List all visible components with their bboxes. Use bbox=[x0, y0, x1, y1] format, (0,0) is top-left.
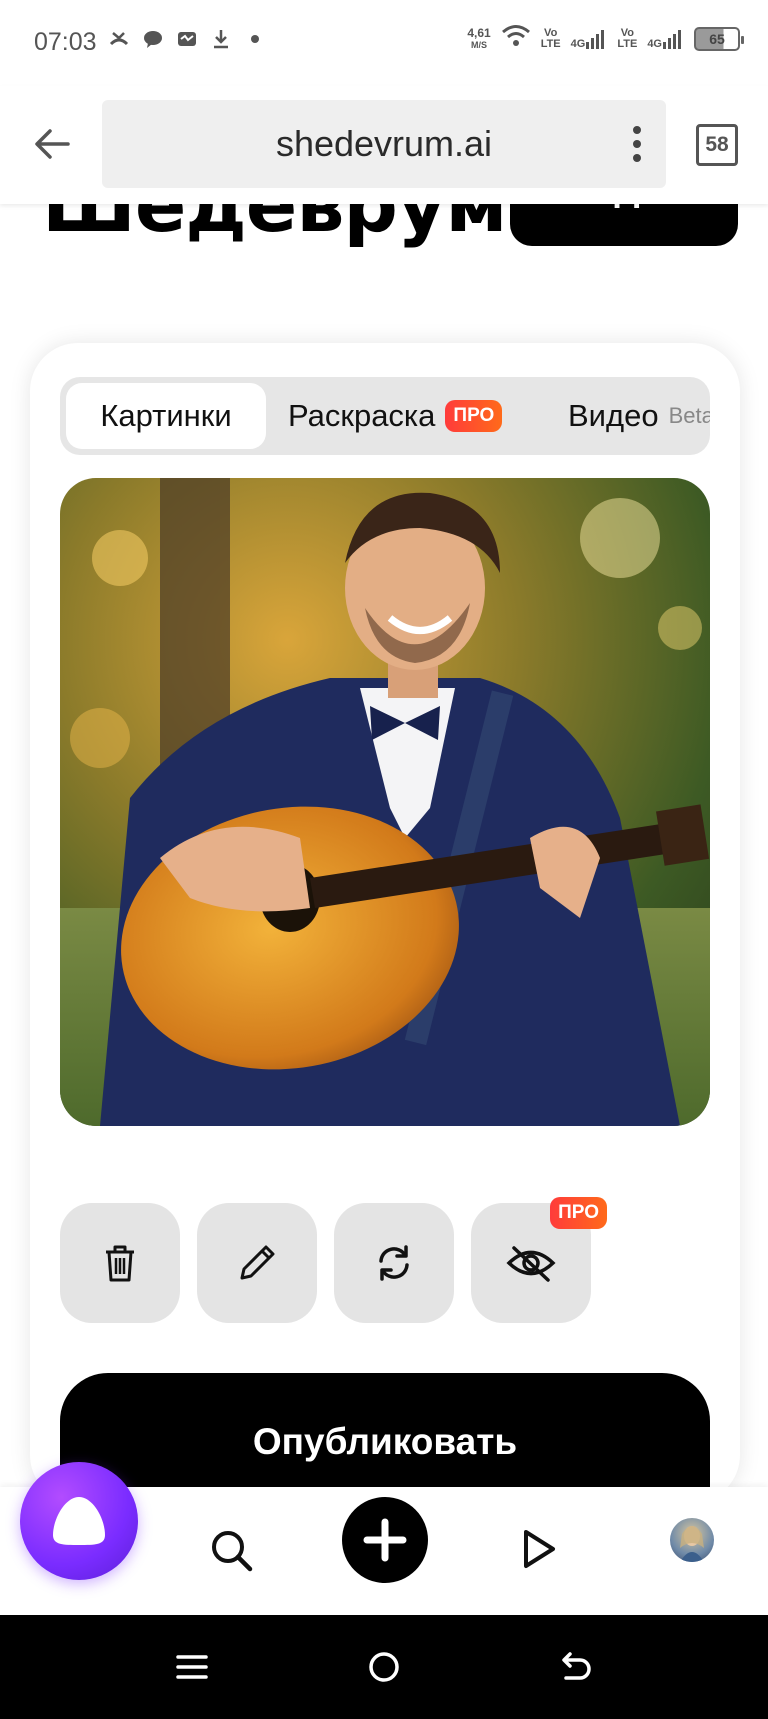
profile-avatar[interactable] bbox=[670, 1518, 714, 1562]
kebab-menu-icon[interactable] bbox=[632, 126, 642, 162]
chat-icon bbox=[142, 28, 164, 50]
generation-card: Картинки Раскраска ПРО Видео Beta ПРО Оп… bbox=[30, 343, 740, 1523]
video-nav-button[interactable] bbox=[512, 1523, 564, 1575]
pencil-icon bbox=[240, 1245, 275, 1280]
regenerate-button[interactable] bbox=[334, 1203, 454, 1323]
generated-image[interactable] bbox=[60, 478, 710, 1126]
wifi-icon bbox=[501, 24, 531, 53]
search-nav-button[interactable] bbox=[206, 1525, 258, 1577]
mode-tabs: Картинки Раскраска ПРО Видео Beta bbox=[60, 377, 710, 455]
tab-pictures[interactable]: Картинки bbox=[66, 383, 266, 449]
avatar bbox=[680, 1526, 704, 1562]
status-notification-icons bbox=[108, 28, 266, 50]
recent-apps-button[interactable] bbox=[168, 1643, 216, 1691]
address-bar[interactable]: shedevrum.ai bbox=[102, 100, 666, 188]
edit-button[interactable] bbox=[197, 1203, 317, 1323]
download-icon bbox=[210, 28, 232, 50]
pro-badge: ПРО bbox=[445, 400, 503, 432]
message-icon bbox=[176, 28, 198, 50]
play-icon bbox=[524, 1530, 555, 1568]
tabs-counter-button[interactable]: 58 bbox=[696, 124, 738, 166]
hide-button[interactable]: ПРО bbox=[471, 1197, 607, 1323]
plus-icon bbox=[363, 1518, 407, 1562]
url-text[interactable]: shedevrum.ai bbox=[102, 100, 666, 188]
sim1-signal: 4G bbox=[571, 28, 608, 50]
arrow-left-icon bbox=[35, 129, 70, 159]
image-actions: ПРО bbox=[60, 1197, 607, 1323]
missed-call-icon bbox=[108, 28, 130, 50]
battery-icon: 65 bbox=[694, 26, 744, 51]
back-arrow-icon bbox=[562, 1652, 591, 1680]
refresh-icon bbox=[379, 1245, 409, 1281]
system-navigation-bar bbox=[0, 1615, 768, 1719]
create-nav-button[interactable] bbox=[342, 1497, 428, 1583]
net-speed: 4,61 M/S bbox=[467, 25, 491, 50]
sim1-tech: Vo LTE bbox=[540, 26, 561, 50]
delete-button[interactable] bbox=[60, 1203, 180, 1323]
home-circle-icon bbox=[369, 1652, 399, 1682]
tab-video[interactable]: Видео Beta bbox=[568, 383, 710, 449]
status-bar: 07:03 4,61 M/S Vo LTE 4G Vo LTE 4G 65 bbox=[0, 0, 768, 86]
back-button[interactable] bbox=[28, 120, 76, 168]
dot-icon bbox=[244, 28, 266, 50]
status-time: 07:03 bbox=[34, 28, 97, 56]
sim2-tech: Vo LTE bbox=[617, 26, 638, 50]
pro-badge: ПРО bbox=[550, 1197, 607, 1229]
beta-label: Beta bbox=[668, 403, 710, 428]
browser-toolbar: shedevrum.ai 58 bbox=[0, 86, 768, 204]
sim2-signal: 4G bbox=[647, 28, 684, 50]
search-icon bbox=[212, 1531, 253, 1572]
menu-icon bbox=[176, 1655, 208, 1679]
tab-coloring[interactable]: Раскраска ПРО bbox=[288, 383, 503, 449]
alice-assistant-button[interactable] bbox=[20, 1462, 138, 1580]
status-right-icons: 4,61 M/S Vo LTE 4G Vo LTE 4G 65 bbox=[467, 24, 744, 53]
alice-icon bbox=[53, 1497, 105, 1545]
system-back-button[interactable] bbox=[552, 1643, 600, 1691]
signal-icon bbox=[586, 29, 605, 49]
home-button[interactable] bbox=[360, 1643, 408, 1691]
signal-icon bbox=[663, 29, 681, 49]
eye-off-icon bbox=[506, 1246, 556, 1282]
trash-icon bbox=[106, 1245, 134, 1282]
